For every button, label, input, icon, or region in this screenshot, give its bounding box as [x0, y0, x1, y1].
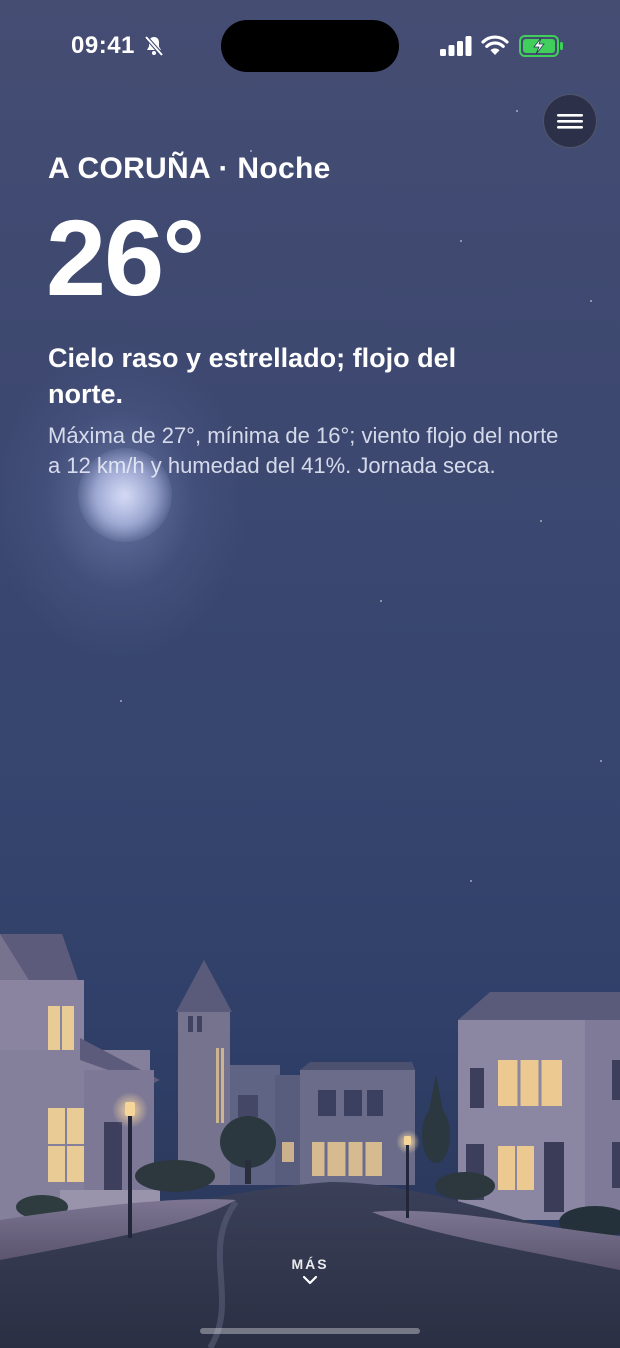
more-label: MÁS [291, 1256, 329, 1272]
location-title: A CORUÑA · Noche [48, 152, 331, 185]
cellular-signal-icon [440, 36, 472, 61]
hamburger-menu-icon [557, 114, 583, 129]
status-bar: 09:41 [0, 0, 620, 92]
dynamic-island [221, 20, 399, 72]
wifi-icon [481, 34, 509, 61]
more-button[interactable]: MÁS [260, 1256, 360, 1290]
menu-button[interactable] [543, 94, 597, 148]
battery-charging-icon [519, 35, 565, 62]
status-time: 09:41 [71, 32, 135, 59]
chevron-down-icon [302, 1275, 318, 1285]
home-indicator[interactable] [200, 1328, 420, 1334]
current-temperature: 26° [46, 197, 205, 318]
bell-slash-icon [142, 34, 166, 63]
weather-summary: Cielo raso y estrellado; flojo del norte… [48, 343, 457, 409]
weather-details: Máxima de 27°, mínima de 16°; viento flo… [48, 423, 559, 478]
